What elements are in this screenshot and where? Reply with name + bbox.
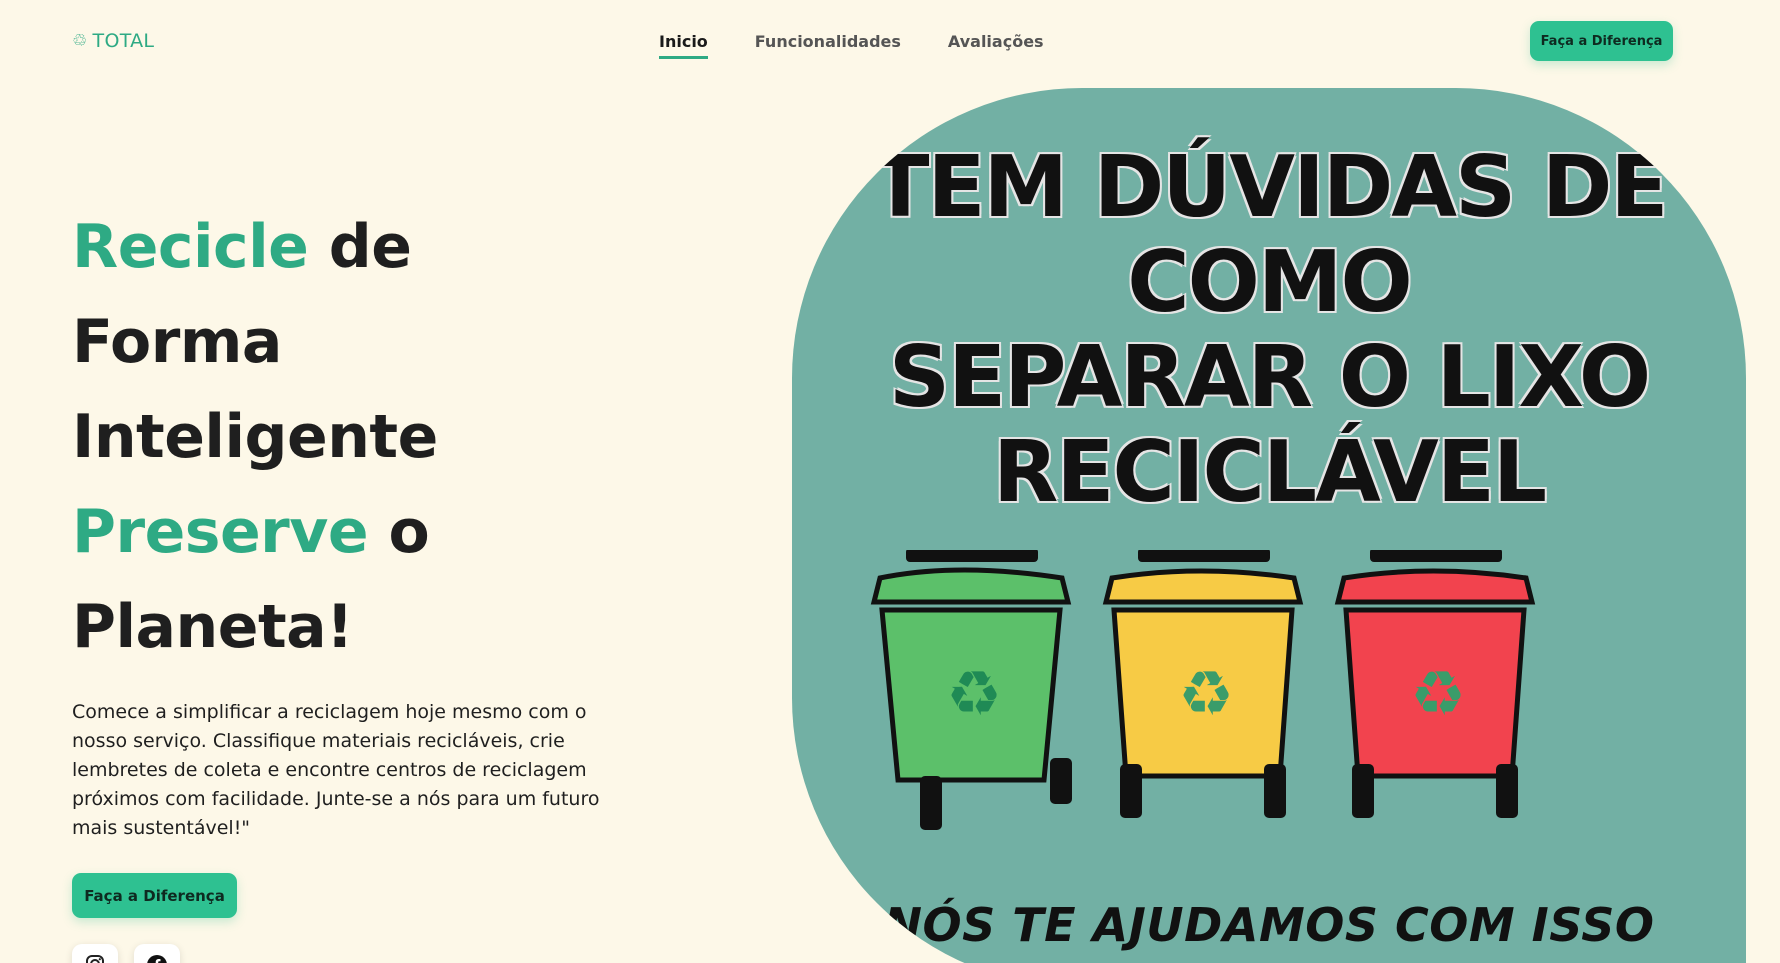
recycle-icon: ♻: [1178, 657, 1234, 730]
headline-text: o: [368, 497, 430, 567]
red-bin: ♻: [1334, 550, 1536, 818]
recycle-icon: ♲: [72, 31, 88, 51]
site-header: ♲ TOTAL Inicio Funcionalidades Avaliaçõe…: [0, 0, 1780, 82]
green-bin: ♻: [870, 550, 1072, 830]
logo-text: TOTAL: [92, 30, 155, 52]
main-nav: Inicio Funcionalidades Avaliações: [659, 32, 1044, 59]
recycle-icon: ♻: [946, 657, 1002, 730]
facebook-icon: [147, 955, 167, 963]
social-links: [72, 944, 180, 963]
instagram-icon: [86, 955, 104, 963]
banner-title-line: RECICLÁVEL: [992, 423, 1547, 522]
headline-text: Forma: [72, 307, 282, 377]
hero-banner-image: TEM DÚVIDAS DE COMO SEPARAR O LIXO RECIC…: [792, 88, 1746, 963]
headline-accent-recicle: Recicle: [72, 212, 309, 282]
headline-accent-preserve: Preserve: [72, 497, 369, 567]
nav-link-funcionalidades[interactable]: Funcionalidades: [755, 32, 901, 59]
facebook-link[interactable]: [134, 944, 180, 963]
headline-text: de: [308, 212, 412, 282]
recycle-icon: ♻: [1410, 657, 1466, 730]
banner-title: TEM DÚVIDAS DE COMO SEPARAR O LIXO RECIC…: [792, 140, 1746, 520]
recycling-bins-illustration: ♻ ♻ ♻: [870, 550, 1536, 830]
hero-description: Comece a simplificar a reciclagem hoje m…: [72, 701, 600, 839]
nav-link-inicio[interactable]: Inicio: [659, 32, 708, 59]
yellow-bin: ♻: [1102, 550, 1304, 818]
instagram-link[interactable]: [72, 944, 118, 963]
headline-text: Planeta!: [72, 592, 353, 662]
hero-headline: Recicle de Forma Inteligente Preserve o …: [72, 200, 632, 675]
headline-text: Inteligente: [72, 402, 438, 472]
banner-title-line: COMO: [1127, 233, 1412, 332]
banner-title-line: SEPARAR O LIXO: [888, 328, 1651, 427]
hero-headline-block: Recicle de Forma Inteligente Preserve o …: [72, 200, 632, 675]
logo[interactable]: ♲ TOTAL: [72, 30, 154, 52]
hero-cta-button[interactable]: Faça a Diferença: [72, 873, 237, 918]
nav-link-avaliacoes[interactable]: Avaliações: [948, 32, 1044, 59]
header-cta-button[interactable]: Faça a Diferença: [1530, 21, 1673, 61]
banner-title-line: TEM DÚVIDAS DE: [871, 138, 1669, 237]
banner-footer-text: NÓS TE AJUDAMOS COM ISSO: [883, 898, 1655, 952]
